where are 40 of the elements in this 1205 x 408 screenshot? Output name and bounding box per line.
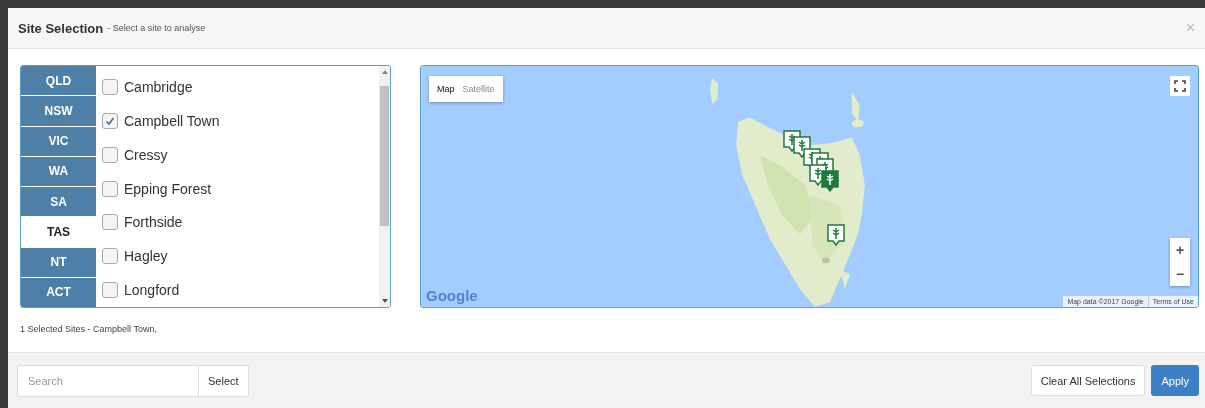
fullscreen-icon[interactable] xyxy=(1170,76,1190,96)
check-icon xyxy=(105,115,115,126)
scrollbar[interactable] xyxy=(379,66,390,307)
clear-selections-button[interactable]: Clear All Selections xyxy=(1030,365,1146,396)
checkbox[interactable] xyxy=(102,78,118,95)
site-name[interactable]: Cambridge xyxy=(124,78,193,95)
checkbox[interactable] xyxy=(102,146,118,163)
site-name[interactable]: Campbell Town xyxy=(124,112,220,129)
state-tab[interactable]: VIC xyxy=(21,126,96,157)
map-logo: Google xyxy=(426,287,478,304)
dialog-title: Site Selection xyxy=(18,20,104,36)
map-marker-icon[interactable] xyxy=(827,224,845,246)
state-tab[interactable]: QLD xyxy=(21,66,96,97)
zoom-in-button[interactable]: + xyxy=(1170,238,1190,262)
checkbox[interactable] xyxy=(102,248,118,265)
search-field[interactable]: Search Select xyxy=(17,364,249,397)
site-name[interactable]: Cressy xyxy=(124,146,168,163)
apply-button[interactable]: Apply xyxy=(1151,365,1199,396)
select-button[interactable]: Select xyxy=(198,365,248,396)
state-tab[interactable]: ACT xyxy=(21,277,96,307)
state-tab[interactable]: NT xyxy=(21,247,96,278)
state-tab[interactable]: WA xyxy=(21,156,96,187)
selection-summary: 1 Selected Sites - Campbell Town, xyxy=(19,323,158,336)
scroll-up-icon[interactable] xyxy=(380,68,389,76)
site-name[interactable]: Hagley xyxy=(124,248,168,265)
zoom-out-button[interactable]: − xyxy=(1170,262,1190,286)
checkbox[interactable] xyxy=(102,180,118,197)
state-tab[interactable]: SA xyxy=(21,187,96,218)
site-name[interactable]: Forthside xyxy=(124,214,183,231)
checkbox[interactable] xyxy=(102,214,118,231)
dialog-subtitle: - Select a site to analyse xyxy=(107,23,206,33)
map-type-tab[interactable]: Satellite xyxy=(458,76,499,102)
checkbox[interactable] xyxy=(102,282,118,299)
map-marker-cluster-drawing[interactable] xyxy=(782,129,841,193)
site-name[interactable]: Longford xyxy=(124,282,180,299)
map-type-tab[interactable]: Map xyxy=(433,76,459,102)
scroll-down-icon[interactable] xyxy=(380,297,389,305)
checkbox[interactable] xyxy=(102,112,118,129)
site-name[interactable]: Epping Forest xyxy=(124,180,212,197)
state-tab[interactable]: NSW xyxy=(21,96,96,127)
